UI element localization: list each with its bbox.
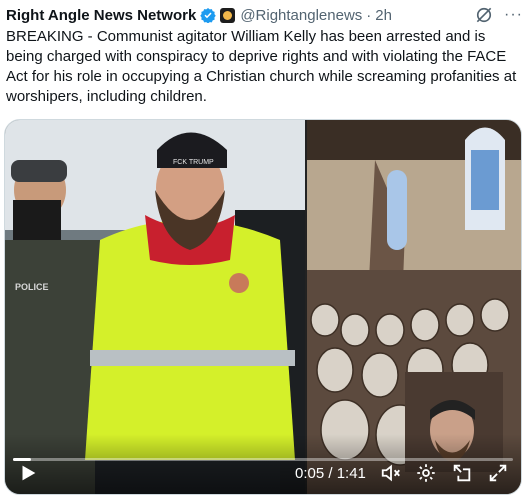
grok-icon[interactable] bbox=[474, 5, 494, 25]
svg-text:POLICE: POLICE bbox=[15, 282, 49, 292]
video-timecode: 0:05 / 1:41 bbox=[295, 465, 366, 482]
play-icon[interactable] bbox=[17, 462, 39, 484]
svg-text:FCK TRUMP: FCK TRUMP bbox=[173, 159, 214, 166]
video-player[interactable]: POLICE FCK TRUMP 0:05 / 1:41 bbox=[4, 119, 522, 495]
progress-bar[interactable] bbox=[13, 458, 513, 461]
tweet-text: BREAKING - Communist agitator William Ke… bbox=[6, 28, 517, 105]
more-options-icon[interactable]: ··· bbox=[504, 6, 523, 24]
user-handle[interactable]: @Rightanglenews bbox=[240, 7, 362, 24]
separator-dot: · bbox=[366, 6, 372, 24]
affiliate-badge-icon bbox=[220, 7, 236, 23]
video-controls: 0:05 / 1:41 bbox=[5, 434, 521, 494]
display-name[interactable]: Right Angle News Network bbox=[6, 7, 196, 24]
verified-badge-icon bbox=[200, 8, 217, 23]
post-time[interactable]: 2h bbox=[375, 7, 392, 24]
progress-fill bbox=[13, 458, 31, 461]
tweet-header: Right Angle News Network @Rightanglenews… bbox=[6, 4, 523, 26]
settings-gear-icon[interactable] bbox=[415, 462, 437, 484]
fullscreen-icon[interactable] bbox=[487, 462, 509, 484]
volume-muted-icon[interactable] bbox=[380, 462, 402, 484]
picture-in-picture-icon[interactable] bbox=[451, 462, 473, 484]
